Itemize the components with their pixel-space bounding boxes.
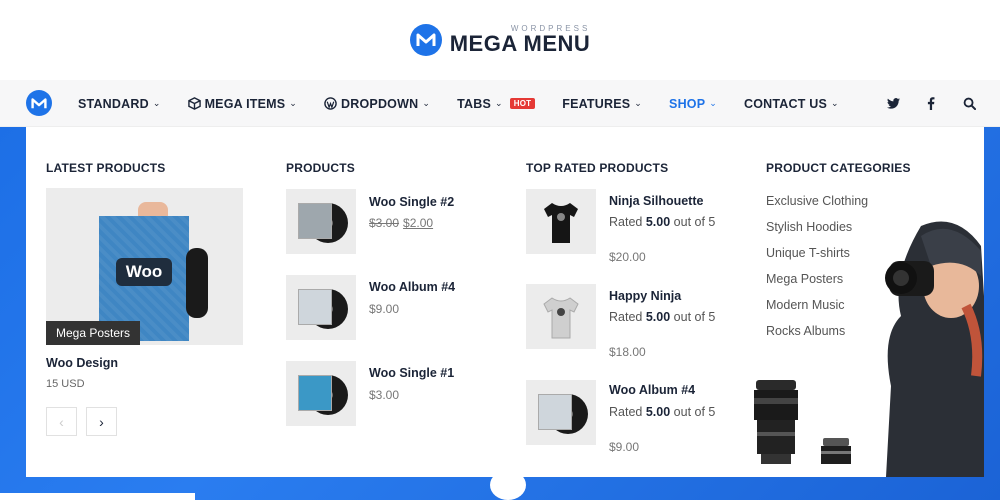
rating-prefix: Rated bbox=[609, 405, 646, 419]
product-name[interactable]: Woo Single #1 bbox=[369, 366, 454, 380]
chevron-down-icon: ⌄ bbox=[289, 98, 298, 108]
chevron-down-icon: ⌄ bbox=[709, 98, 718, 108]
nav-label: DROPDOWN bbox=[341, 96, 419, 111]
products-title: PRODUCTS bbox=[286, 161, 355, 175]
nav-label: STANDARD bbox=[78, 96, 149, 111]
product-name[interactable]: Woo Single #2 bbox=[369, 195, 454, 209]
nav-item-mega-items[interactable]: MEGA ITEMS ⌄ bbox=[187, 96, 298, 111]
album-sleeve-icon bbox=[538, 394, 572, 430]
chevron-down-icon: ⌄ bbox=[152, 98, 161, 108]
chevron-right-icon: › bbox=[99, 413, 104, 430]
old-price: $3.00 bbox=[369, 216, 400, 230]
product-name[interactable]: Woo Album #4 bbox=[369, 280, 455, 294]
product-name[interactable]: Woo Album #4 bbox=[609, 383, 695, 397]
album-sleeve-icon bbox=[298, 203, 332, 239]
carousel-prev-button[interactable]: ‹ bbox=[46, 407, 77, 436]
product-price: $9.00 bbox=[609, 440, 640, 454]
brand-title: MEGA MENU bbox=[449, 31, 591, 56]
product-thumbnail[interactable] bbox=[526, 380, 596, 445]
nav-label: MEGA ITEMS bbox=[204, 96, 286, 111]
product-price: $18.00 bbox=[609, 345, 646, 359]
carousel-next-button[interactable]: › bbox=[86, 407, 117, 436]
nav-label: SHOP bbox=[669, 96, 706, 111]
latest-product-price: 15 USD bbox=[46, 378, 85, 390]
category-link[interactable]: Rocks Albums bbox=[766, 324, 845, 338]
rating-value: 5.00 bbox=[645, 215, 671, 229]
faint-decor-text-left: —— · bbox=[430, 470, 465, 481]
rating-suffix: out of 5 bbox=[670, 405, 716, 419]
chevron-down-icon: ⌄ bbox=[831, 98, 839, 108]
hot-badge: HOT bbox=[509, 98, 536, 109]
product-thumbnail[interactable] bbox=[526, 189, 596, 254]
brand-logo[interactable]: WORDPRESS MEGA MENU bbox=[409, 24, 591, 56]
mega-menu-logo-icon bbox=[409, 24, 442, 56]
rating-suffix: out of 5 bbox=[670, 310, 716, 324]
chevron-down-icon: ⌄ bbox=[422, 98, 431, 108]
album-sleeve-icon bbox=[298, 289, 332, 325]
product-thumbnail[interactable] bbox=[286, 361, 356, 426]
category-link[interactable]: Unique T-shirts bbox=[766, 246, 850, 260]
rating-prefix: Rated bbox=[609, 215, 646, 229]
poster-woo-label: Woo bbox=[116, 258, 172, 286]
product-price: $3.00 bbox=[369, 388, 400, 402]
product-thumbnail[interactable] bbox=[526, 284, 596, 349]
nav-item-dropdown[interactable]: DROPDOWN ⌄ bbox=[324, 97, 430, 111]
chevron-down-icon: ⌄ bbox=[634, 98, 643, 108]
category-link[interactable]: Exclusive Clothing bbox=[766, 194, 868, 208]
rating-value: 5.00 bbox=[645, 405, 671, 419]
photographer-illustration bbox=[885, 221, 984, 477]
rating-suffix: out of 5 bbox=[670, 215, 716, 229]
latest-products-title: LATEST PRODUCTS bbox=[46, 161, 166, 175]
nav-label: TABS bbox=[457, 96, 491, 111]
nav-item-shop[interactable]: SHOP ⌄ bbox=[669, 97, 717, 111]
nav-label: CONTACT US bbox=[744, 96, 828, 111]
product-rating: Rated 5.00 out of 5 bbox=[609, 309, 724, 326]
grey-tshirt-icon bbox=[543, 297, 579, 339]
chevron-left-icon: ‹ bbox=[59, 413, 64, 430]
category-tag[interactable]: Mega Posters bbox=[46, 321, 141, 345]
bottom-divider bbox=[0, 493, 195, 500]
category-link[interactable]: Stylish Hoodies bbox=[766, 220, 852, 234]
product-thumbnail[interactable] bbox=[286, 189, 356, 254]
search-icon[interactable] bbox=[962, 97, 976, 111]
twitter-icon[interactable] bbox=[886, 97, 900, 111]
category-link[interactable]: Mega Posters bbox=[766, 272, 843, 286]
product-rating: Rated 5.00 out of 5 bbox=[609, 214, 724, 231]
faint-decor-text-right: · —— bbox=[540, 470, 575, 481]
product-thumbnail[interactable] bbox=[286, 275, 356, 340]
site-header: WORDPRESS MEGA MENU bbox=[0, 0, 1000, 80]
top-rated-title: TOP RATED PRODUCTS bbox=[526, 161, 669, 175]
rating-prefix: Rated bbox=[609, 310, 646, 324]
black-tshirt-icon bbox=[544, 203, 578, 243]
nav-item-standard[interactable]: STANDARD ⌄ bbox=[78, 97, 161, 111]
product-rating: Rated 5.00 out of 5 bbox=[609, 404, 724, 421]
album-sleeve-icon bbox=[298, 375, 332, 411]
small-lens-illustration bbox=[821, 438, 851, 464]
main-navigation: STANDARD ⌄ MEGA ITEMS ⌄ DROPDOWN ⌄ TABS … bbox=[0, 80, 1000, 127]
product-price: $3.00 $2.00 bbox=[369, 216, 433, 230]
cube-icon bbox=[187, 97, 201, 110]
shop-mega-menu-panel: LATEST PRODUCTS Woo Mega Posters Woo Des… bbox=[26, 127, 984, 477]
sale-price: $2.00 bbox=[403, 216, 434, 230]
nav-item-tabs[interactable]: TABS ⌄ HOT bbox=[457, 96, 536, 111]
wordpress-icon bbox=[324, 97, 337, 110]
latest-product-image[interactable]: Woo Mega Posters bbox=[46, 188, 243, 345]
nav-item-features[interactable]: FEATURES ⌄ bbox=[562, 97, 642, 111]
rating-value: 5.00 bbox=[645, 310, 671, 324]
nav-logo-icon[interactable] bbox=[26, 90, 52, 116]
chevron-down-icon: ⌄ bbox=[494, 98, 503, 108]
category-link[interactable]: Modern Music bbox=[766, 298, 845, 312]
product-price: $9.00 bbox=[369, 302, 400, 316]
facebook-icon[interactable] bbox=[924, 97, 938, 111]
product-name[interactable]: Ninja Silhouette bbox=[609, 194, 703, 208]
product-categories-title: PRODUCT CATEGORIES bbox=[766, 161, 911, 175]
product-price: $20.00 bbox=[609, 250, 646, 264]
nav-label: FEATURES bbox=[562, 96, 631, 111]
latest-product-name[interactable]: Woo Design bbox=[46, 356, 118, 370]
camera-lens-illustration bbox=[754, 380, 798, 464]
nav-item-contact-us[interactable]: CONTACT US ⌄ bbox=[744, 97, 839, 111]
product-name[interactable]: Happy Ninja bbox=[609, 289, 681, 303]
person-illustration bbox=[186, 248, 208, 318]
